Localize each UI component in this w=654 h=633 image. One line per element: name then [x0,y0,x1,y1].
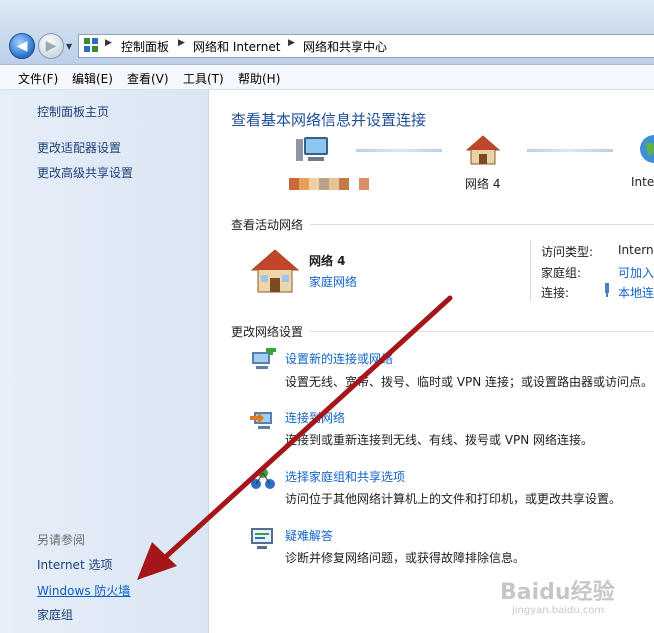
change-adapter-settings-link[interactable]: 更改适配器设置 [37,139,121,156]
forward-arrow-icon: ▶ [45,38,57,54]
ethernet-icon [605,283,609,297]
troubleshoot-link[interactable]: 疑难解答 [285,527,333,544]
homegroup-label: 家庭组: [541,266,582,280]
troubleshoot-icon [251,528,273,549]
home-network-icon[interactable] [465,134,501,166]
breadcrumb-separator-icon[interactable]: ▶ [288,38,295,48]
internet-globe-icon[interactable] [639,134,654,164]
connect-to-network-link[interactable]: 连接到网络 [285,409,345,426]
setup-new-connection-desc: 设置无线、宽带、拨号、临时或 VPN 连接；或设置路由器或访问点。 [285,375,654,389]
breadcrumb-network-sharing-center[interactable]: 网络和共享中心 [303,38,387,55]
active-network-name: 网络 4 [309,254,346,268]
active-networks-heading: 查看活动网络 [231,218,304,232]
menu-view[interactable]: 查看(V) [127,70,169,87]
homegroup-value-link[interactable]: 可加入 [618,264,654,281]
homegroup-sharing-icon [251,468,275,489]
baidu-watermark-url: jingyan.baidu.com [512,605,605,616]
local-connection-link[interactable]: 本地连 [618,284,654,301]
back-arrow-icon: ◀ [16,38,28,54]
section-divider [310,331,654,332]
network-type-link[interactable]: 家庭网络 [309,273,357,290]
access-type-label: 访问类型: [541,245,594,259]
computer-name-obscured [289,178,369,190]
page-title: 查看基本网络信息并设置连接 [231,111,427,129]
new-connection-icon [252,348,276,369]
windows-firewall-link[interactable]: Windows 防火墙 [37,582,130,599]
connection-label: 连接: [541,286,570,300]
troubleshoot-desc: 诊断并修复网络问题，或获得故障排除信息。 [285,551,526,565]
menu-edit[interactable]: 编辑(E) [72,70,113,87]
homegroup-sharing-desc: 访问位于其他网络计算机上的文件和打印机，或更改共享设置。 [285,492,622,506]
internet-options-link[interactable]: Internet 选项 [37,556,112,573]
baidu-watermark: Baidu经验 [500,580,615,605]
computer-icon [296,137,328,161]
change-advanced-sharing-link[interactable]: 更改高级共享设置 [37,164,133,181]
back-button[interactable]: ◀ [9,33,35,59]
forward-button[interactable]: ▶ [38,33,64,59]
section-divider [310,224,654,225]
breadcrumb-control-panel[interactable]: 控制面板 [121,38,169,55]
connect-to-network-icon [250,412,272,429]
menu-file[interactable]: 文件(F) [18,70,58,87]
setup-new-connection-link[interactable]: 设置新的连接或网络 [285,350,393,367]
home-network-large-icon [250,249,300,293]
homegroup-link[interactable]: 家庭组 [37,606,73,623]
control-panel-icon [84,38,98,52]
see-also-heading: 另请参阅 [37,533,86,547]
internet-map-label: Inte [631,175,654,189]
network-map-label: 网络 4 [465,177,501,191]
homegroup-sharing-link[interactable]: 选择家庭组和共享选项 [285,468,405,485]
control-panel-home-link[interactable]: 控制面板主页 [37,103,109,120]
breadcrumb-separator-icon[interactable]: ▶ [105,38,112,48]
recent-pages-dropdown-icon[interactable]: ▼ [66,42,72,51]
connection-line [356,149,442,152]
breadcrumb-separator-icon[interactable]: ▶ [178,38,185,48]
breadcrumb-network-internet[interactable]: 网络和 Internet [193,38,280,55]
connect-to-network-desc: 连接到或重新连接到无线、有线、拨号或 VPN 网络连接。 [285,433,594,447]
vertical-divider [530,240,531,302]
menu-tools[interactable]: 工具(T) [183,70,224,87]
change-settings-heading: 更改网络设置 [231,325,304,339]
access-type-value: Interne [618,243,654,257]
menu-help[interactable]: 帮助(H) [238,70,280,87]
connection-line [527,149,613,152]
